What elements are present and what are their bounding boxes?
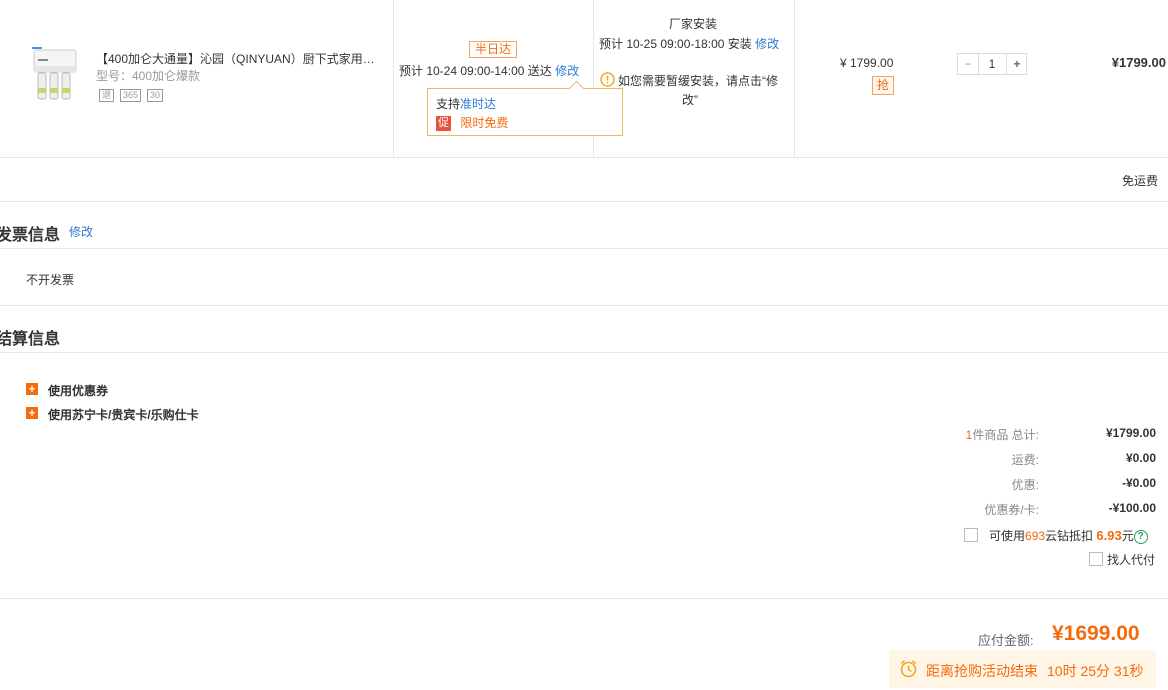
tag-30: 30 [147, 89, 164, 102]
summary-count: 1件商品 总计: [966, 426, 1039, 443]
summary-discount: -¥0.00 [1121, 476, 1156, 490]
summary-shipping-label: 运费: [1011, 453, 1039, 467]
diamond-mid: 云钻抵扣 [1045, 529, 1094, 543]
diamond-unit: 元 [1121, 529, 1134, 543]
half-day-badge: 半日达 [469, 41, 518, 58]
countdown-time: 10时 25分 31秒 [1047, 663, 1144, 679]
ontime-prefix: 支持 [436, 97, 461, 111]
tag-return: 退 [99, 89, 115, 102]
qty-input[interactable]: 1 [979, 54, 1005, 74]
summary-discount-row: 优惠: -¥0.00 [900, 476, 1156, 492]
promo-badge: 促 [436, 116, 451, 132]
diamond-checkbox[interactable] [964, 528, 978, 542]
qty-plus-button[interactable]: + [1006, 54, 1027, 74]
use-card-option[interactable]: 使用苏宁卡/贵宾卡/乐购仕卡 [48, 406, 199, 423]
install-notice-line2: 改” [682, 93, 698, 107]
summary-discount-label: 优惠: [1011, 478, 1039, 492]
expand-plus-icon[interactable]: + [26, 407, 38, 419]
delivery-estimate-text: 预计 10-24 09:00-14:00 送达 [399, 64, 552, 78]
diamond-num: 693 [1025, 529, 1046, 543]
service-tags: 退 365 30 [99, 87, 169, 102]
product-image[interactable] [28, 46, 80, 108]
alarm-clock-icon [900, 660, 917, 678]
delivery-estimate: 预计 10-24 09:00-14:00 送达 修改 [399, 62, 579, 79]
use-coupon-option[interactable]: 使用优惠券 [48, 382, 108, 399]
install-title: 厂家安装 [669, 17, 718, 31]
tag-365: 365 [120, 89, 142, 102]
countdown-text: 距离抢购活动结束 [926, 663, 1038, 679]
proxy-pay-checkbox[interactable] [1089, 552, 1103, 566]
install-modify-link[interactable]: 修改 [755, 37, 779, 51]
diamond-deduct: 可使用693云钻抵扣 6.93元? [989, 527, 1148, 544]
summary-shipping-row: 运费: ¥0.00 [900, 451, 1156, 467]
delivery-modify-link[interactable]: 修改 [555, 64, 579, 78]
install-estimate-text: 预计 10-25 09:00-18:00 安装 [599, 37, 752, 51]
delivery-promo-popover: 支持准时达 促 限时免费 [427, 80, 623, 136]
invoice-modify-link[interactable]: 修改 [69, 223, 93, 240]
summary-total: ¥1799.00 [1105, 426, 1156, 440]
payable-label: 应付金额: [978, 633, 1034, 648]
free-shipping-note: 免运费 [1121, 174, 1158, 188]
help-icon[interactable]: ? [1133, 529, 1148, 544]
proxy-pay-label[interactable]: 找人代付 [1107, 551, 1155, 568]
invoice-title: 发票信息 [0, 227, 61, 244]
summary-coupon-label: 优惠券/卡: [984, 503, 1039, 517]
unit-price: ¥ 1799.00 [840, 56, 894, 70]
install-notice-line1: 如您需要暂缓安装，请点击“修 [618, 74, 778, 88]
summary-coupon: -¥100.00 [1108, 501, 1156, 515]
product-model: 型号：400加仑爆款 [96, 69, 201, 83]
invoice-value: 不开发票 [26, 273, 75, 287]
summary-total-row: 1件商品 总计: ¥1799.00 [900, 426, 1156, 442]
countdown-bar: 距离抢购活动结束 10时 25分 31秒 [889, 650, 1156, 688]
limited-free: 促 限时免费 [436, 114, 509, 132]
qiang-badge: 抢 [872, 76, 894, 95]
quantity-stepper: − 1 + [957, 53, 1027, 75]
expand-plus-icon[interactable]: + [26, 383, 38, 395]
summary-count-label: 件商品 总计: [972, 428, 1039, 442]
product-subtotal: ¥1799.00 [1111, 55, 1166, 70]
promo-text: 限时免费 [460, 116, 509, 130]
settlement-title: 结算信息 [0, 331, 61, 348]
summary-shipping: ¥0.00 [1125, 451, 1156, 465]
payable-amount: ¥1699.00 [1052, 622, 1140, 645]
diamond-pre: 可使用 [989, 529, 1026, 543]
install-estimate: 预计 10-25 09:00-18:00 安装 修改 [599, 35, 779, 52]
qty-minus-button[interactable]: − [958, 54, 979, 74]
diamond-amount: 6.93 [1096, 528, 1122, 543]
summary-coupon-row: 优惠券/卡: -¥100.00 [900, 501, 1156, 517]
product-name[interactable]: 【400加仑大通量】沁园（QINYUAN）厨下式家用… [96, 50, 386, 67]
ontime-support: 支持准时达 [436, 95, 496, 112]
warning-icon [600, 72, 615, 87]
ontime-link[interactable]: 准时达 [460, 97, 496, 111]
